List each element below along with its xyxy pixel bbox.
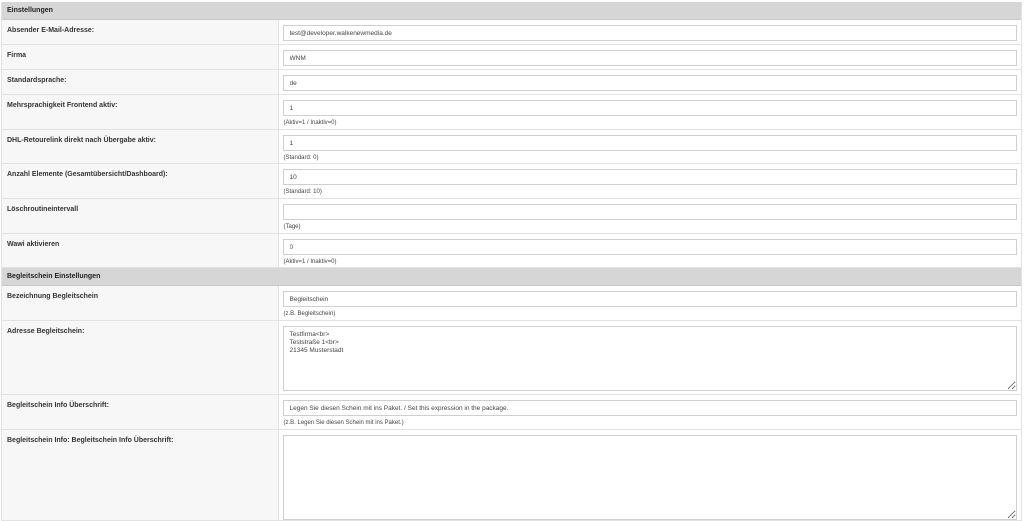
slip-info-heading-input[interactable] (282, 400, 1017, 416)
section-header-settings: Einstellungen (2, 2, 1021, 20)
sender-email-label: Absender E-Mail-Adresse: (2, 19, 279, 45)
delete-interval-hint: (Tage) (283, 224, 301, 230)
section-header-packing-slip: Begleitschein Einstellungen (2, 267, 1021, 286)
item-count-hint: (Standard: 10) (283, 189, 322, 195)
form-row-sender-email: Absender E-Mail-Adresse: (2, 19, 1021, 45)
dhl-return-link-input[interactable] (282, 135, 1017, 151)
default-language-label: Standardsprache: (2, 69, 279, 95)
form-row-wawi-active: Wawi aktivieren (Aktiv=1 / Inaktiv=0) (2, 233, 1021, 268)
form-row-slip-info-text: Begleitschein Info: Begleitschein Info Ü… (2, 429, 1021, 521)
form-row-slip-info-heading: Begleitschein Info Überschrift: (z.B. Le… (2, 394, 1021, 430)
slip-info-heading-label: Begleitschein Info Überschrift: (2, 394, 279, 430)
item-count-input[interactable] (282, 169, 1017, 185)
slip-name-label: Bezeichnung Begleitschein (2, 285, 279, 321)
multilang-frontend-input[interactable] (282, 100, 1017, 116)
form-row-slip-name: Bezeichnung Begleitschein (z.B. Begleits… (2, 285, 1021, 321)
multilang-frontend-label: Mehrsprachigkeit Frontend aktiv: (2, 94, 279, 130)
settings-table: Einstellungen Absender E-Mail-Adresse: F… (2, 2, 1021, 521)
dhl-return-link-label: DHL-Retourelink direkt nach Übergabe akt… (2, 129, 279, 164)
section-title-packing-slip: Begleitschein Einstellungen (2, 267, 1021, 286)
slip-name-input[interactable] (282, 291, 1017, 307)
settings-form: Einstellungen Absender E-Mail-Adresse: F… (1, 2, 1022, 521)
item-count-label: Anzahl Elemente (Gesamtübersicht/Dashboa… (2, 163, 279, 199)
form-row-delete-interval: Löschroutineintervall (Tage) (2, 198, 1021, 234)
company-label: Firma (2, 44, 279, 70)
section-title-settings: Einstellungen (2, 2, 1021, 20)
slip-address-label: Adresse Begleitschein: (2, 320, 279, 395)
delete-interval-input[interactable] (282, 204, 1017, 220)
form-row-dhl-return-link: DHL-Retourelink direkt nach Übergabe akt… (2, 129, 1021, 164)
form-row-multilang-frontend: Mehrsprachigkeit Frontend aktiv: (Aktiv=… (2, 94, 1021, 130)
default-language-input[interactable] (282, 75, 1017, 91)
wawi-active-hint: (Aktiv=1 / Inaktiv=0) (283, 259, 337, 265)
delete-interval-label: Löschroutineintervall (2, 198, 279, 234)
slip-info-text-textarea[interactable] (282, 435, 1017, 520)
form-row-item-count: Anzahl Elemente (Gesamtübersicht/Dashboa… (2, 163, 1021, 199)
form-row-default-language: Standardsprache: (2, 69, 1021, 95)
slip-name-hint: (z.B. Begleitschein) (283, 311, 336, 317)
slip-address-textarea[interactable]: Testfirma<br> Teststraße 1<br> 21345 Mus… (282, 326, 1017, 391)
slip-info-text-label: Begleitschein Info: Begleitschein Info Ü… (2, 429, 279, 521)
form-row-slip-address: Adresse Begleitschein: Testfirma<br> Tes… (2, 320, 1021, 395)
slip-info-heading-hint: (z.B. Legen Sie diesen Schein mit ins Pa… (283, 420, 404, 426)
wawi-active-input[interactable] (282, 239, 1017, 255)
wawi-active-label: Wawi aktivieren (2, 233, 279, 268)
dhl-return-link-hint: (Standard: 0) (283, 155, 319, 161)
form-row-company: Firma (2, 44, 1021, 70)
sender-email-input[interactable] (282, 25, 1017, 41)
multilang-frontend-hint: (Aktiv=1 / Inaktiv=0) (283, 120, 337, 126)
company-input[interactable] (282, 50, 1017, 66)
